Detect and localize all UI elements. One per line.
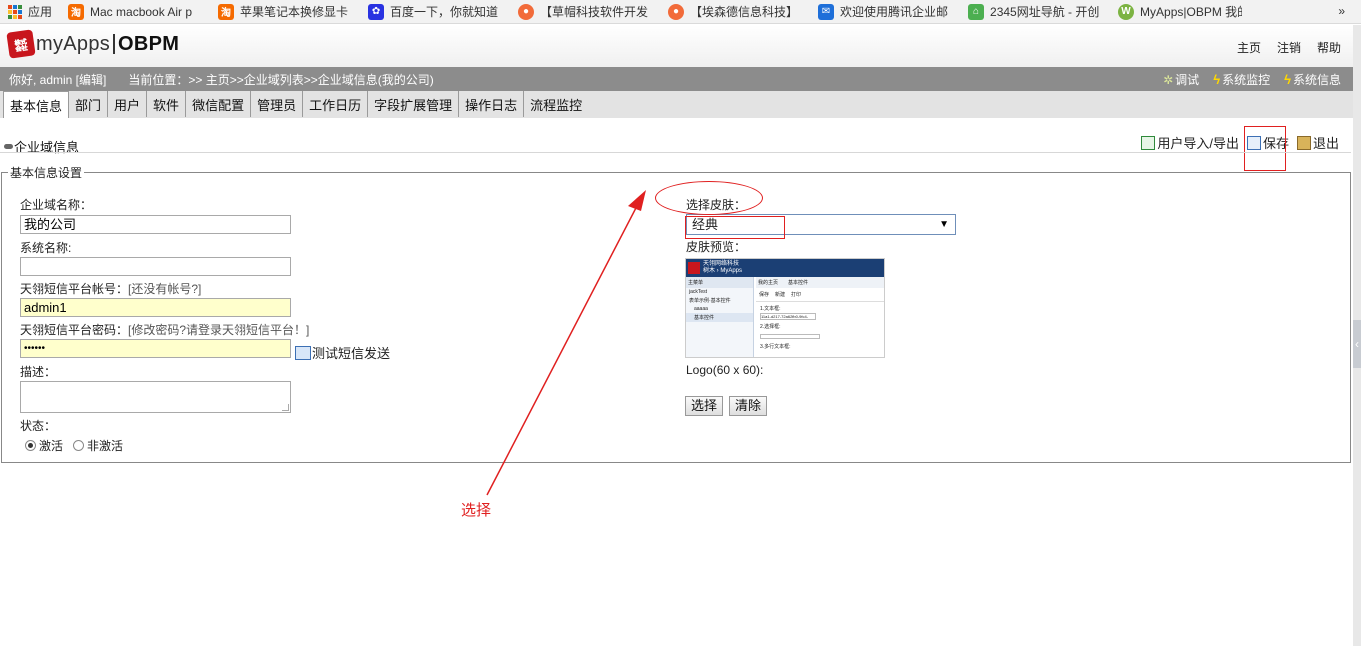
annotation-note: 选择	[461, 502, 492, 519]
annotation-arrow	[486, 190, 646, 496]
annotation-arrow-head	[628, 190, 646, 211]
side-collapse-handle[interactable]: ‹	[1353, 320, 1361, 368]
annotation-arrow-line	[486, 203, 639, 496]
chevron-left-icon: ‹	[1355, 337, 1359, 351]
